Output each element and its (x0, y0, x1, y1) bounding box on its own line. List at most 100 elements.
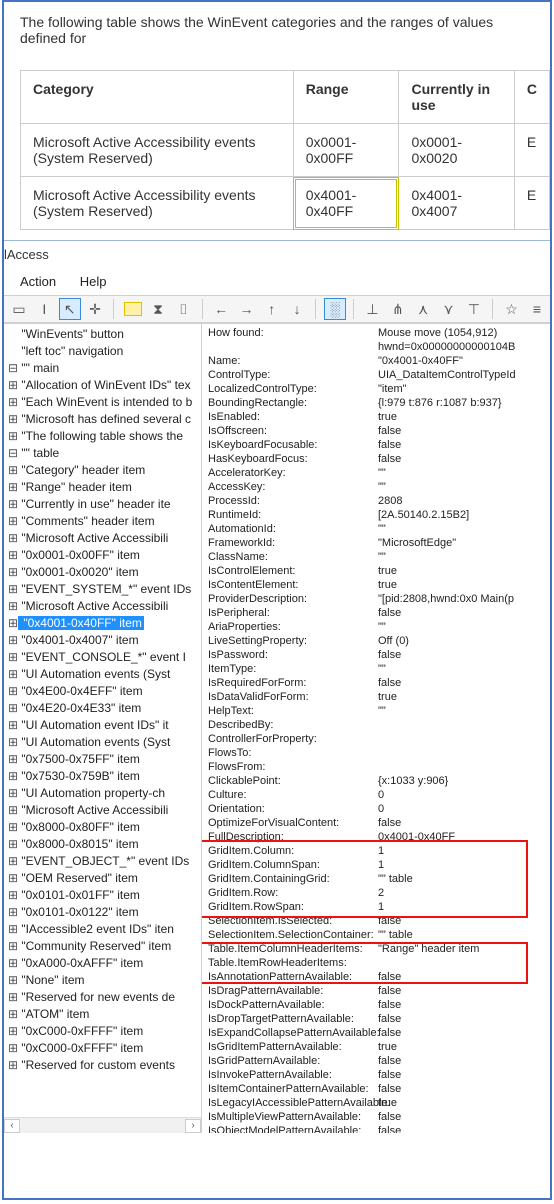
tree-item[interactable]: ⊞ "Category" header item (6, 462, 201, 479)
expand-icon[interactable]: ⊞ (8, 395, 18, 410)
expand-icon[interactable]: ⊞ (8, 786, 18, 801)
tree-item[interactable]: ⊞ "Each WinEvent is intended to b (6, 394, 201, 411)
expand-icon[interactable]: ⊞ (8, 837, 18, 852)
expand-icon[interactable]: ⊞ (8, 956, 18, 971)
expand-icon[interactable]: ⊞ (8, 429, 18, 444)
tb-refresh-icon[interactable]: ☆ (501, 298, 523, 320)
expand-icon[interactable]: ⊞ (8, 565, 18, 580)
properties-pane[interactable]: How found:Mouse move (1054,912)hwnd=0x00… (202, 324, 550, 1133)
expand-icon[interactable]: ⊞ (8, 497, 18, 512)
tree-item[interactable]: ⊞ "UI Automation events (Syst (6, 666, 201, 683)
tree-item[interactable]: ⊞ "0x4001-0x40FF" item (6, 615, 201, 632)
tree-item[interactable]: ⊞ "0x0001-0x00FF" item (6, 547, 201, 564)
tree-item[interactable]: ⊞ "0x7500-0x75FF" item (6, 751, 201, 768)
tree-item[interactable]: "WinEvents" button (6, 326, 201, 343)
tree-pane[interactable]: "WinEvents" button "left toc" navigation… (4, 324, 202, 1133)
tree-item[interactable]: ⊞ "UI Automation events (Syst (6, 734, 201, 751)
tree-item[interactable]: ⊞ "Allocation of WinEvent IDs" tex (6, 377, 201, 394)
expand-icon[interactable]: ⊞ (8, 480, 18, 495)
tb-node3-icon[interactable]: ⋏ (412, 298, 434, 320)
tb-node4-icon[interactable]: ⋎ (438, 298, 460, 320)
tree-item[interactable]: ⊞ "0x4E20-0x4E33" item (6, 700, 201, 717)
tree-item[interactable]: ⊞ "Microsoft has defined several c (6, 411, 201, 428)
expand-icon[interactable]: ⊞ (8, 514, 18, 529)
horizontal-scrollbar[interactable]: ‹ › (4, 1117, 201, 1133)
expand-icon[interactable]: ⊞ (8, 701, 18, 716)
tree-item[interactable]: ⊞ "0x8000-0x80FF" item (6, 819, 201, 836)
expand-icon[interactable]: ⊞ (8, 531, 18, 546)
tb-node5-icon[interactable]: ⊤ (463, 298, 485, 320)
tree-item[interactable]: ⊞ "The following table shows the (6, 428, 201, 445)
tree-item[interactable]: ⊞ "OEM Reserved" item (6, 870, 201, 887)
scroll-right-icon[interactable]: › (185, 1119, 201, 1133)
tb-settings-icon[interactable]: ≡ (526, 298, 548, 320)
tree-item[interactable]: ⊞ "IAccessible2 event IDs" iten (6, 921, 201, 938)
tree-item[interactable]: ⊞ "UI Automation event IDs" it (6, 717, 201, 734)
expand-icon[interactable]: ⊞ (8, 633, 18, 648)
tree-item[interactable]: ⊞ "0xC000-0xFFFF" item (6, 1023, 201, 1040)
expand-icon[interactable]: ⊞ (8, 905, 18, 920)
tree-item[interactable]: ⊞ "0x4E00-0x4EFF" item (6, 683, 201, 700)
expand-icon[interactable]: ⊞ (8, 990, 18, 1005)
expand-icon[interactable]: ⊞ (8, 599, 18, 614)
tree-item[interactable]: ⊞ "EVENT_CONSOLE_*" event I (6, 649, 201, 666)
tree-item[interactable]: ⊞ "Microsoft Active Accessibili (6, 598, 201, 615)
expand-icon[interactable]: ⊞ (8, 650, 18, 665)
expand-icon[interactable]: ⊞ (8, 1041, 18, 1056)
expand-icon[interactable]: ⊞ (8, 548, 18, 563)
tree-item[interactable]: ⊞ "EVENT_OBJECT_*" event IDs (6, 853, 201, 870)
expand-icon[interactable]: ⊞ (8, 1024, 18, 1039)
expand-icon[interactable]: ⊞ (8, 871, 18, 886)
tb-up-icon[interactable]: ↑ (261, 298, 283, 320)
expand-icon[interactable]: ⊞ (8, 752, 18, 767)
tb-node2-icon[interactable]: ⋔ (387, 298, 409, 320)
tb-bracket-icon[interactable]: ⌷ (172, 298, 194, 320)
expand-icon[interactable]: ⊞ (8, 378, 18, 393)
tree-item[interactable]: ⊞ "0xA000-0xAFFF" item (6, 955, 201, 972)
expand-icon[interactable]: ⊞ (8, 939, 18, 954)
tree-item[interactable]: ⊞ "0xC000-0xFFFF" item (6, 1040, 201, 1057)
expand-icon[interactable]: ⊞ (8, 684, 18, 699)
tree-item[interactable]: ⊞ "0x0101-0x01FF" item (6, 887, 201, 904)
expand-icon[interactable]: ⊞ (8, 718, 18, 733)
tb-right-icon[interactable]: → (235, 298, 257, 320)
tb-rect-icon[interactable]: ▭ (8, 298, 30, 320)
tree-item[interactable]: ⊞ "Reserved for new events de (6, 989, 201, 1006)
tree-item[interactable]: ⊞ "None" item (6, 972, 201, 989)
expand-icon[interactable]: ⊞ (8, 1058, 18, 1073)
tb-crosshair-icon[interactable]: ✛ (84, 298, 106, 320)
tb-node1-icon[interactable]: ⊥ (362, 298, 384, 320)
tb-tree-icon[interactable]: ░ (324, 298, 346, 320)
tb-left-icon[interactable]: ← (210, 298, 232, 320)
tb-cursor-icon[interactable]: ↖ (59, 298, 81, 320)
collapse-icon[interactable]: ⊟ (8, 446, 18, 461)
expand-icon[interactable]: ⊞ (8, 412, 18, 427)
tb-ibeam-icon[interactable]: I (33, 298, 55, 320)
tree-item[interactable]: ⊞ "0x4001-0x4007" item (6, 632, 201, 649)
tree-item[interactable]: ⊞ "UI Automation property-ch (6, 785, 201, 802)
tb-highlight-icon[interactable] (124, 302, 142, 316)
tree-item[interactable]: ⊞ "Microsoft Active Accessibili (6, 802, 201, 819)
tree-item[interactable]: ⊞ "Community Reserved" item (6, 938, 201, 955)
tree-item[interactable]: ⊞ "Range" header item (6, 479, 201, 496)
collapse-icon[interactable]: ⊟ (8, 361, 18, 376)
tree-item[interactable]: ⊞ "EVENT_SYSTEM_*" event IDs (6, 581, 201, 598)
expand-icon[interactable]: ⊞ (8, 854, 18, 869)
tree-item[interactable]: ⊞ "Microsoft Active Accessibili (6, 530, 201, 547)
tree-item[interactable]: ⊞ "Currently in use" header ite (6, 496, 201, 513)
expand-icon[interactable]: ⊞ (8, 820, 18, 835)
tb-down-icon[interactable]: ↓ (286, 298, 308, 320)
tree-item[interactable]: ⊞ "Reserved for custom events (6, 1057, 201, 1074)
tree-item[interactable]: "left toc" navigation (6, 343, 201, 360)
expand-icon[interactable]: ⊞ (8, 616, 18, 631)
expand-icon[interactable]: ⊞ (8, 769, 18, 784)
scroll-left-icon[interactable]: ‹ (4, 1119, 20, 1133)
tree-item[interactable]: ⊞ "Comments" header item (6, 513, 201, 530)
expand-icon[interactable]: ⊞ (8, 888, 18, 903)
expand-icon[interactable]: ⊞ (8, 973, 18, 988)
expand-icon[interactable]: ⊞ (8, 1007, 18, 1022)
expand-icon[interactable]: ⊞ (8, 582, 18, 597)
tb-hourglass-icon[interactable]: ⧗ (147, 298, 169, 320)
tree-item[interactable]: ⊞ "0x7530-0x759B" item (6, 768, 201, 785)
tree-item[interactable]: ⊞ "ATOM" item (6, 1006, 201, 1023)
